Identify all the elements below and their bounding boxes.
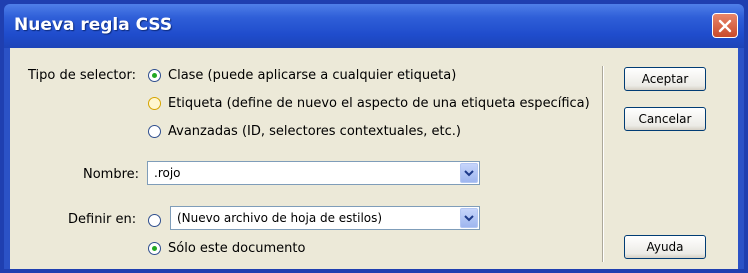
dialog-window: Nueva regla CSS Tipo de selector: Clase … <box>4 4 744 269</box>
dialog-content: Tipo de selector: Clase (puede aplicarse… <box>10 48 738 269</box>
chevron-down-icon <box>464 214 474 221</box>
define-in-label: Definir en: <box>68 212 137 227</box>
stylesheet-file-value: (Nuevo archivo de hoja de estilos) <box>177 211 383 225</box>
radio-class-label[interactable]: Clase (puede aplicarse a cualquier etiqu… <box>168 68 456 83</box>
radio-this-document[interactable] <box>148 242 161 255</box>
radio-advanced-label[interactable]: Avanzadas (ID, selectores contextuales, … <box>168 124 461 139</box>
radio-advanced[interactable] <box>148 125 161 138</box>
close-button[interactable] <box>712 13 738 38</box>
name-label: Nombre: <box>83 167 140 182</box>
radio-tag[interactable] <box>148 97 161 110</box>
radio-tag-label[interactable]: Etiqueta (define de nuevo el aspecto de … <box>168 96 590 111</box>
name-dropdown-button[interactable] <box>460 163 478 183</box>
cancel-button[interactable]: Cancelar <box>624 107 706 131</box>
chevron-down-icon <box>464 169 474 176</box>
radio-this-document-label[interactable]: Sólo este documento <box>168 241 305 256</box>
name-value: .rojo <box>154 166 181 180</box>
vertical-divider <box>602 66 604 262</box>
stylesheet-file-combobox[interactable]: (Nuevo archivo de hoja de estilos) <box>170 206 480 230</box>
help-button[interactable]: Ayuda <box>624 235 706 259</box>
title-bar[interactable]: Nueva regla CSS <box>4 4 744 48</box>
radio-class[interactable] <box>148 69 161 82</box>
selector-type-label: Tipo de selector: <box>28 68 136 83</box>
close-icon <box>718 19 732 32</box>
radio-new-file[interactable] <box>148 214 161 227</box>
dialog-title: Nueva regla CSS <box>14 15 173 35</box>
stylesheet-file-dropdown-button[interactable] <box>460 208 478 228</box>
name-combobox[interactable]: .rojo <box>147 161 480 185</box>
accept-button[interactable]: Aceptar <box>624 67 706 91</box>
